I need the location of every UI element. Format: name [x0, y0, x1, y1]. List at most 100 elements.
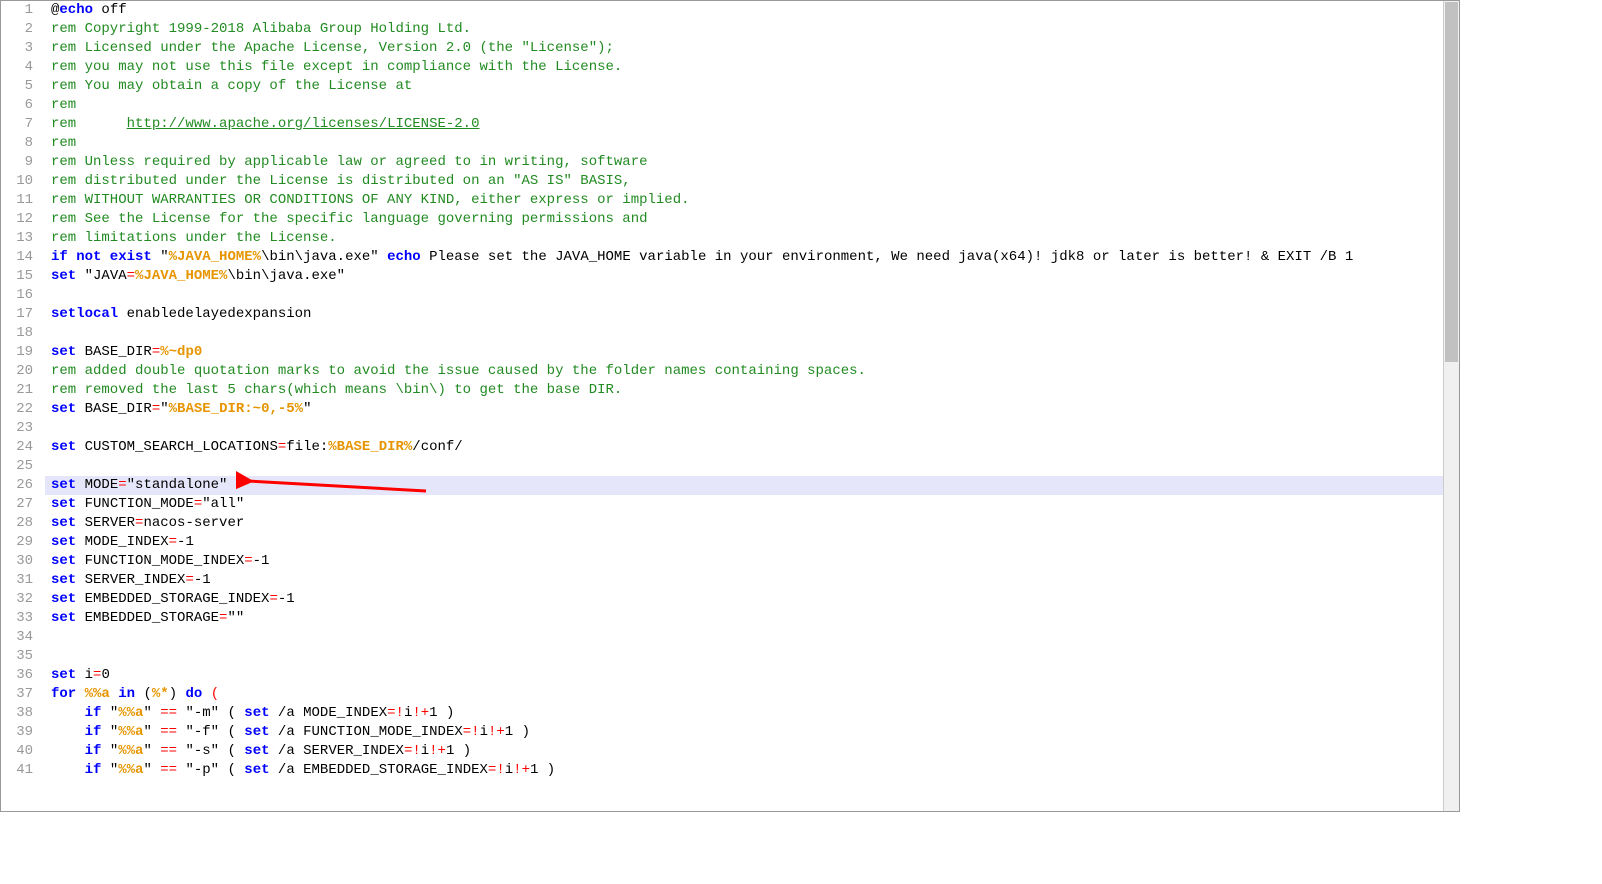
- code-content[interactable]: if "%%a" == "-m" ( set /a MODE_INDEX=!i!…: [45, 704, 1443, 723]
- code-content[interactable]: set EMBEDDED_STORAGE="": [45, 609, 1443, 628]
- token-rem: rem Copyright 1999-2018 Alibaba Group Ho…: [51, 21, 471, 37]
- code-line-5[interactable]: 5rem You may obtain a copy of the Licens…: [1, 77, 1443, 96]
- token-txt: ": [143, 705, 160, 721]
- code-line-20[interactable]: 20rem added double quotation marks to av…: [1, 362, 1443, 381]
- code-line-40[interactable]: 40 if "%%a" == "-s" ( set /a SERVER_INDE…: [1, 742, 1443, 761]
- code-content[interactable]: [45, 628, 1443, 647]
- code-content[interactable]: set SERVER=nacos-server: [45, 514, 1443, 533]
- token-txt: "": [227, 610, 244, 626]
- code-content[interactable]: rem You may obtain a copy of the License…: [45, 77, 1443, 96]
- token-txt: i: [505, 762, 513, 778]
- code-content[interactable]: if "%%a" == "-s" ( set /a SERVER_INDEX=!…: [45, 742, 1443, 761]
- code-line-21[interactable]: 21rem removed the last 5 chars(which mea…: [1, 381, 1443, 400]
- code-content[interactable]: if "%%a" == "-p" ( set /a EMBEDDED_STORA…: [45, 761, 1443, 780]
- code-content[interactable]: rem removed the last 5 chars(which means…: [45, 381, 1443, 400]
- code-content[interactable]: [45, 647, 1443, 666]
- code-line-13[interactable]: 13rem limitations under the License.: [1, 229, 1443, 248]
- code-content[interactable]: [45, 286, 1443, 305]
- code-content[interactable]: [45, 457, 1443, 476]
- code-line-36[interactable]: 36set i=0: [1, 666, 1443, 685]
- code-content[interactable]: set BASE_DIR="%BASE_DIR:~0,-5%": [45, 400, 1443, 419]
- code-line-33[interactable]: 33set EMBEDDED_STORAGE="": [1, 609, 1443, 628]
- code-line-37[interactable]: 37for %%a in (%*) do (: [1, 685, 1443, 704]
- code-line-4[interactable]: 4rem you may not use this file except in…: [1, 58, 1443, 77]
- code-content[interactable]: set MODE_INDEX=-1: [45, 533, 1443, 552]
- code-line-6[interactable]: 6rem: [1, 96, 1443, 115]
- gutter-line-number: 38: [1, 704, 45, 723]
- code-line-28[interactable]: 28set SERVER=nacos-server: [1, 514, 1443, 533]
- code-content[interactable]: rem distributed under the License is dis…: [45, 172, 1443, 191]
- code-line-19[interactable]: 19set BASE_DIR=%~dp0: [1, 343, 1443, 362]
- code-content[interactable]: if "%%a" == "-f" ( set /a FUNCTION_MODE_…: [45, 723, 1443, 742]
- code-editor[interactable]: 1@echo off2rem Copyright 1999-2018 Aliba…: [0, 0, 1460, 812]
- code-line-9[interactable]: 9rem Unless required by applicable law o…: [1, 153, 1443, 172]
- code-line-16[interactable]: 16: [1, 286, 1443, 305]
- code-content[interactable]: rem See the License for the specific lan…: [45, 210, 1443, 229]
- code-line-23[interactable]: 23: [1, 419, 1443, 438]
- code-line-34[interactable]: 34: [1, 628, 1443, 647]
- code-line-26[interactable]: 26set MODE="standalone": [1, 476, 1443, 495]
- code-line-18[interactable]: 18: [1, 324, 1443, 343]
- token-txt: /a MODE_INDEX: [270, 705, 388, 721]
- code-line-7[interactable]: 7rem http://www.apache.org/licenses/LICE…: [1, 115, 1443, 134]
- code-line-41[interactable]: 41 if "%%a" == "-p" ( set /a EMBEDDED_ST…: [1, 761, 1443, 780]
- code-line-38[interactable]: 38 if "%%a" == "-m" ( set /a MODE_INDEX=…: [1, 704, 1443, 723]
- code-line-31[interactable]: 31set SERVER_INDEX=-1: [1, 571, 1443, 590]
- code-content[interactable]: rem Copyright 1999-2018 Alibaba Group Ho…: [45, 20, 1443, 39]
- code-content[interactable]: [45, 324, 1443, 343]
- code-content[interactable]: set "JAVA=%JAVA_HOME%\bin\java.exe": [45, 267, 1443, 286]
- code-content[interactable]: set FUNCTION_MODE="all": [45, 495, 1443, 514]
- code-line-22[interactable]: 22set BASE_DIR="%BASE_DIR:~0,-5%": [1, 400, 1443, 419]
- code-line-12[interactable]: 12rem See the License for the specific l…: [1, 210, 1443, 229]
- code-content[interactable]: @echo off: [45, 1, 1443, 20]
- code-line-11[interactable]: 11rem WITHOUT WARRANTIES OR CONDITIONS O…: [1, 191, 1443, 210]
- code-line-17[interactable]: 17setlocal enabledelayedexpansion: [1, 305, 1443, 324]
- code-line-35[interactable]: 35: [1, 647, 1443, 666]
- code-line-3[interactable]: 3rem Licensed under the Apache License, …: [1, 39, 1443, 58]
- code-line-14[interactable]: 14if not exist "%JAVA_HOME%\bin\java.exe…: [1, 248, 1443, 267]
- code-line-32[interactable]: 32set EMBEDDED_STORAGE_INDEX=-1: [1, 590, 1443, 609]
- code-line-39[interactable]: 39 if "%%a" == "-f" ( set /a FUNCTION_MO…: [1, 723, 1443, 742]
- code-content[interactable]: set CUSTOM_SEARCH_LOCATIONS=file:%BASE_D…: [45, 438, 1443, 457]
- code-line-15[interactable]: 15set "JAVA=%JAVA_HOME%\bin\java.exe": [1, 267, 1443, 286]
- code-content[interactable]: rem: [45, 96, 1443, 115]
- token-var: %%a: [118, 724, 143, 740]
- code-content[interactable]: set i=0: [45, 666, 1443, 685]
- code-area[interactable]: 1@echo off2rem Copyright 1999-2018 Aliba…: [1, 1, 1443, 811]
- code-content[interactable]: for %%a in (%*) do (: [45, 685, 1443, 704]
- code-content[interactable]: set BASE_DIR=%~dp0: [45, 343, 1443, 362]
- code-content[interactable]: rem Unless required by applicable law or…: [45, 153, 1443, 172]
- code-line-24[interactable]: 24set CUSTOM_SEARCH_LOCATIONS=file:%BASE…: [1, 438, 1443, 457]
- code-line-1[interactable]: 1@echo off: [1, 1, 1443, 20]
- code-content[interactable]: rem you may not use this file except in …: [45, 58, 1443, 77]
- scrollbar-vertical[interactable]: [1443, 1, 1459, 811]
- gutter-line-number: 41: [1, 761, 45, 780]
- code-content[interactable]: rem http://www.apache.org/licenses/LICEN…: [45, 115, 1443, 134]
- token-txt: enabledelayedexpansion: [118, 306, 311, 322]
- token-link: http://www.apache.org/licenses/LICENSE-2…: [127, 116, 480, 132]
- code-content[interactable]: set SERVER_INDEX=-1: [45, 571, 1443, 590]
- code-content[interactable]: rem Licensed under the Apache License, V…: [45, 39, 1443, 58]
- code-content[interactable]: set MODE="standalone": [45, 476, 1443, 495]
- token-kw: do: [186, 686, 203, 702]
- code-content[interactable]: if not exist "%JAVA_HOME%\bin\java.exe" …: [45, 248, 1443, 267]
- token-kw: echo: [59, 2, 93, 18]
- code-content[interactable]: [45, 419, 1443, 438]
- code-line-30[interactable]: 30set FUNCTION_MODE_INDEX=-1: [1, 552, 1443, 571]
- code-line-29[interactable]: 29set MODE_INDEX=-1: [1, 533, 1443, 552]
- code-content[interactable]: rem: [45, 134, 1443, 153]
- token-op: =!: [463, 724, 480, 740]
- code-line-10[interactable]: 10rem distributed under the License is d…: [1, 172, 1443, 191]
- code-content[interactable]: rem added double quotation marks to avoi…: [45, 362, 1443, 381]
- code-line-8[interactable]: 8rem: [1, 134, 1443, 153]
- code-content[interactable]: rem limitations under the License.: [45, 229, 1443, 248]
- code-content[interactable]: set EMBEDDED_STORAGE_INDEX=-1: [45, 590, 1443, 609]
- code-line-27[interactable]: 27set FUNCTION_MODE="all": [1, 495, 1443, 514]
- code-line-2[interactable]: 2rem Copyright 1999-2018 Alibaba Group H…: [1, 20, 1443, 39]
- scrollbar-thumb[interactable]: [1445, 2, 1458, 362]
- code-content[interactable]: rem WITHOUT WARRANTIES OR CONDITIONS OF …: [45, 191, 1443, 210]
- code-line-25[interactable]: 25: [1, 457, 1443, 476]
- code-content[interactable]: set FUNCTION_MODE_INDEX=-1: [45, 552, 1443, 571]
- code-content[interactable]: setlocal enabledelayedexpansion: [45, 305, 1443, 324]
- token-var: %%a: [118, 705, 143, 721]
